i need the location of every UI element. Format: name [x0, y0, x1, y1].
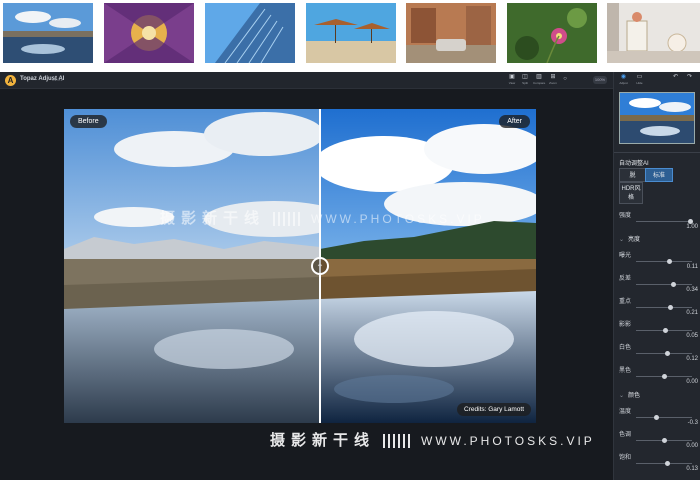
- thumbnail-lantern[interactable]: [607, 3, 700, 63]
- slider-0-3-label: 影影: [619, 322, 632, 328]
- thumbnail-strip: [0, 0, 700, 76]
- watermark-bottom: 摄影新干线 WWW.PHOTOSKS.VIP: [270, 432, 595, 449]
- slider-0-5-track[interactable]: [636, 374, 692, 379]
- after-label: After: [499, 115, 530, 128]
- toolbar-zoom-button[interactable]: ⊞ Zoom: [547, 74, 559, 87]
- slider-1-1-value: 0.00: [686, 443, 698, 449]
- zoom-level-pill[interactable]: 100%: [593, 76, 607, 84]
- slider-0-2-label: 重点: [619, 299, 632, 305]
- slider-0-3-track[interactable]: [636, 328, 692, 333]
- group-0-header[interactable]: ⌄ 亮度: [619, 234, 640, 243]
- thumbnail-flower[interactable]: [507, 3, 597, 63]
- tab-hide[interactable]: ▭ Hide: [633, 74, 646, 87]
- slider-1-2-track[interactable]: [636, 461, 692, 466]
- slider-0-4-value: 0.12: [686, 356, 698, 362]
- navigator-preview[interactable]: [619, 92, 695, 144]
- toolbar-circle-button[interactable]: ○: [559, 76, 571, 89]
- slider-0-4-knob[interactable]: [665, 351, 671, 356]
- slider-0-4-label: 白色: [619, 345, 632, 351]
- tab-adjust[interactable]: ◉ Adjust: [617, 74, 630, 87]
- title-bar: A Topaz Adjust AI v1.0.1 ▣ View ◫ Split …: [0, 72, 613, 89]
- group-title: 颜色: [628, 393, 641, 399]
- watermark-bars-icon: [273, 212, 304, 227]
- slider-strength-label: 强度: [619, 213, 632, 219]
- compare-icon: ▥: [536, 74, 542, 80]
- thumbnail-glass-building[interactable]: [205, 3, 295, 63]
- slider-0-1-label: 反差: [619, 276, 632, 282]
- slider-0-3-knob[interactable]: [663, 328, 669, 333]
- preview-image: [620, 93, 694, 143]
- thumbnail-old-car[interactable]: [406, 3, 496, 63]
- slider-1-0-value: -0.3: [687, 420, 698, 426]
- panel-tabs: ◉ Adjust ▭ Hide ↶ ↷: [617, 74, 699, 87]
- app-version: v1.0.1: [52, 77, 63, 82]
- hide-icon: ▭: [636, 74, 643, 80]
- chevron-down-icon: ⌄: [619, 393, 625, 399]
- comparison-photo[interactable]: Before After Credits: Gary Lamott ⇔: [64, 109, 536, 423]
- slider-0-1-knob[interactable]: [671, 282, 677, 287]
- panel-divider: [614, 152, 700, 153]
- watermark-center: 摄影新干线 WWW.PHOTOSKS.VIP: [160, 210, 485, 227]
- before-label: Before: [70, 115, 107, 128]
- redo-button[interactable]: ↷: [683, 74, 696, 87]
- slider-1-2-knob[interactable]: [665, 461, 671, 466]
- slider-0-4-track[interactable]: [636, 351, 692, 356]
- mode-button-hdr[interactable]: HDR风格: [619, 182, 643, 204]
- slider-0-2-value: 0.21: [686, 310, 698, 316]
- slider-1-1-knob[interactable]: [662, 438, 667, 443]
- landscape-image: [64, 109, 536, 423]
- slider-0-1-value: 0.34: [686, 287, 698, 293]
- slider-1-2-value: 0.13: [686, 466, 698, 472]
- slider-0-3-value: 0.05: [686, 333, 698, 339]
- slider-0-2-track[interactable]: [636, 305, 692, 310]
- split-icon: ◫: [522, 74, 528, 80]
- thumbnail-ceiling[interactable]: [104, 3, 194, 63]
- slider-0-0-track[interactable]: [636, 259, 692, 264]
- redo-icon: ↷: [686, 74, 693, 80]
- thumbnail-beach[interactable]: [306, 3, 396, 63]
- auto-adjust-section: 自动调整AI: [619, 161, 649, 167]
- undo-button[interactable]: ↶: [669, 74, 682, 87]
- group-title: 亮度: [628, 237, 641, 243]
- mode-button-standard[interactable]: 标准: [645, 168, 673, 182]
- mode-button-0[interactable]: 脱: [619, 168, 646, 182]
- slider-0-0-value: 0.11: [686, 264, 698, 270]
- view-icon: ▣: [509, 74, 515, 80]
- slider-0-5-knob[interactable]: [662, 374, 667, 379]
- photo-credit: Credits: Gary Lamott: [457, 403, 531, 416]
- slider-0-0-knob[interactable]: [667, 259, 673, 264]
- undo-icon: ↶: [672, 74, 679, 80]
- slider-0-1-track[interactable]: [636, 282, 692, 287]
- image-canvas: Before After Credits: Gary Lamott ⇔: [0, 89, 613, 480]
- group-1-header[interactable]: ⌄ 颜色: [619, 390, 640, 399]
- slider-0-5-value: 0.00: [686, 379, 698, 385]
- toolbar-split-button[interactable]: ◫ Split: [519, 74, 531, 87]
- slider-1-1-track[interactable]: [636, 438, 692, 443]
- thumbnail-lake[interactable]: [3, 3, 93, 63]
- topaz-logo-icon: A: [5, 75, 16, 86]
- toolbar-compare-button[interactable]: ▥ Compare: [533, 74, 545, 87]
- adjust-panel: ◉ Adjust ▭ Hide ↶ ↷ 自动调整AI 脱 标准 HDR风格 强度…: [613, 72, 700, 480]
- slider-strength-value: 1.00: [686, 224, 698, 230]
- slider-1-0-track[interactable]: [636, 415, 692, 420]
- slider-1-1-label: 色调: [619, 432, 632, 438]
- app-window: A Topaz Adjust AI v1.0.1 ▣ View ◫ Split …: [0, 72, 700, 480]
- slider-1-0-label: 温度: [619, 409, 632, 415]
- slider-strength-track[interactable]: [636, 219, 693, 224]
- watermark-bars-icon: [383, 434, 414, 449]
- adjust-icon: ◉: [620, 74, 627, 80]
- slider-0-2-knob[interactable]: [668, 305, 674, 310]
- toolbar-view-button[interactable]: ▣ View: [506, 74, 518, 87]
- split-handle-icon[interactable]: ⇔: [311, 257, 329, 275]
- slider-0-0-label: 曝光: [619, 253, 632, 259]
- circle-icon: ○: [563, 76, 567, 82]
- chevron-down-icon: ⌄: [619, 237, 625, 243]
- slider-0-5-label: 黑色: [619, 368, 632, 374]
- slider-1-0-knob[interactable]: [654, 415, 660, 420]
- slider-1-2-label: 饱和: [619, 455, 632, 461]
- zoom-icon: ⊞: [550, 74, 556, 80]
